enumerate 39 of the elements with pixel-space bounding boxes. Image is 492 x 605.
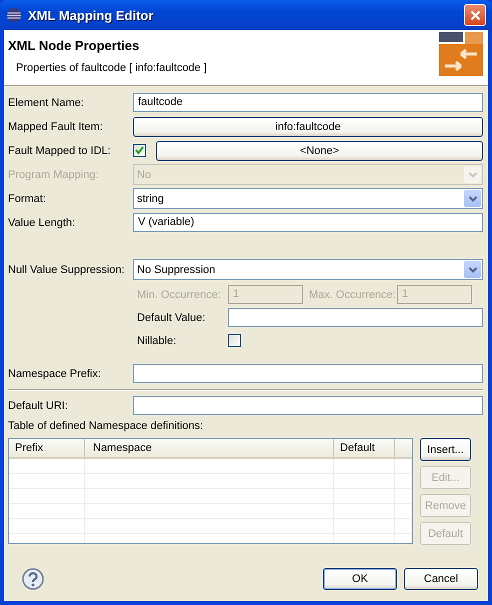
column-header[interactable]: Prefix	[9, 439, 85, 457]
ok-button[interactable]: OK	[323, 568, 397, 590]
dropdown[interactable]: No Suppression	[133, 259, 483, 280]
field-label: Mapped Fault Item:	[8, 120, 104, 132]
column-header[interactable]: Namespace	[85, 439, 334, 457]
field-label: Max. Occurrence:	[308, 288, 397, 300]
field-label: Program Mapping:	[8, 168, 100, 180]
swap-arrows-icon	[439, 32, 483, 76]
field-label: Namespace Prefix:	[8, 368, 102, 380]
field-label: Format:	[8, 192, 47, 204]
input-field[interactable]	[133, 396, 483, 415]
input-field[interactable]: faultcode	[133, 93, 483, 112]
field-label: Default Value:	[137, 312, 206, 324]
input-field[interactable]	[228, 308, 483, 327]
item-button[interactable]: info:faultcode	[133, 116, 483, 136]
input-field[interactable]	[133, 364, 483, 383]
cancel-button[interactable]: Cancel	[404, 568, 478, 590]
table-label: Table of defined Namespace definitions:	[8, 420, 204, 434]
field-label: Default URI:	[8, 400, 69, 412]
side-button[interactable]: Insert...	[420, 438, 471, 461]
field-label: Value Length:	[8, 216, 76, 228]
checkbox[interactable]	[133, 144, 146, 157]
checkbox[interactable]	[228, 334, 241, 347]
field-label: Min. Occurrence:	[137, 288, 222, 300]
help-icon	[22, 568, 44, 590]
header-subtitle: Properties of faultcode [ info:faultcode ]	[15, 62, 208, 74]
window-title: XML Mapping Editor	[28, 8, 154, 22]
header-title: XML Node Properties	[8, 38, 140, 53]
item-button[interactable]: <None>	[156, 140, 483, 160]
close-button[interactable]	[464, 4, 486, 26]
dropdown[interactable]: string	[133, 188, 483, 209]
globe-icon	[6, 7, 22, 23]
field-label: Fault Mapped to IDL:	[8, 144, 112, 156]
column-header[interactable]: Default	[334, 439, 395, 457]
field-label: Element Name:	[8, 96, 85, 108]
close-icon	[470, 10, 480, 20]
field-label: Null Value Suppression:	[8, 264, 126, 276]
input-field[interactable]: V (variable)	[133, 213, 483, 232]
field-label: Nillable:	[137, 334, 178, 346]
